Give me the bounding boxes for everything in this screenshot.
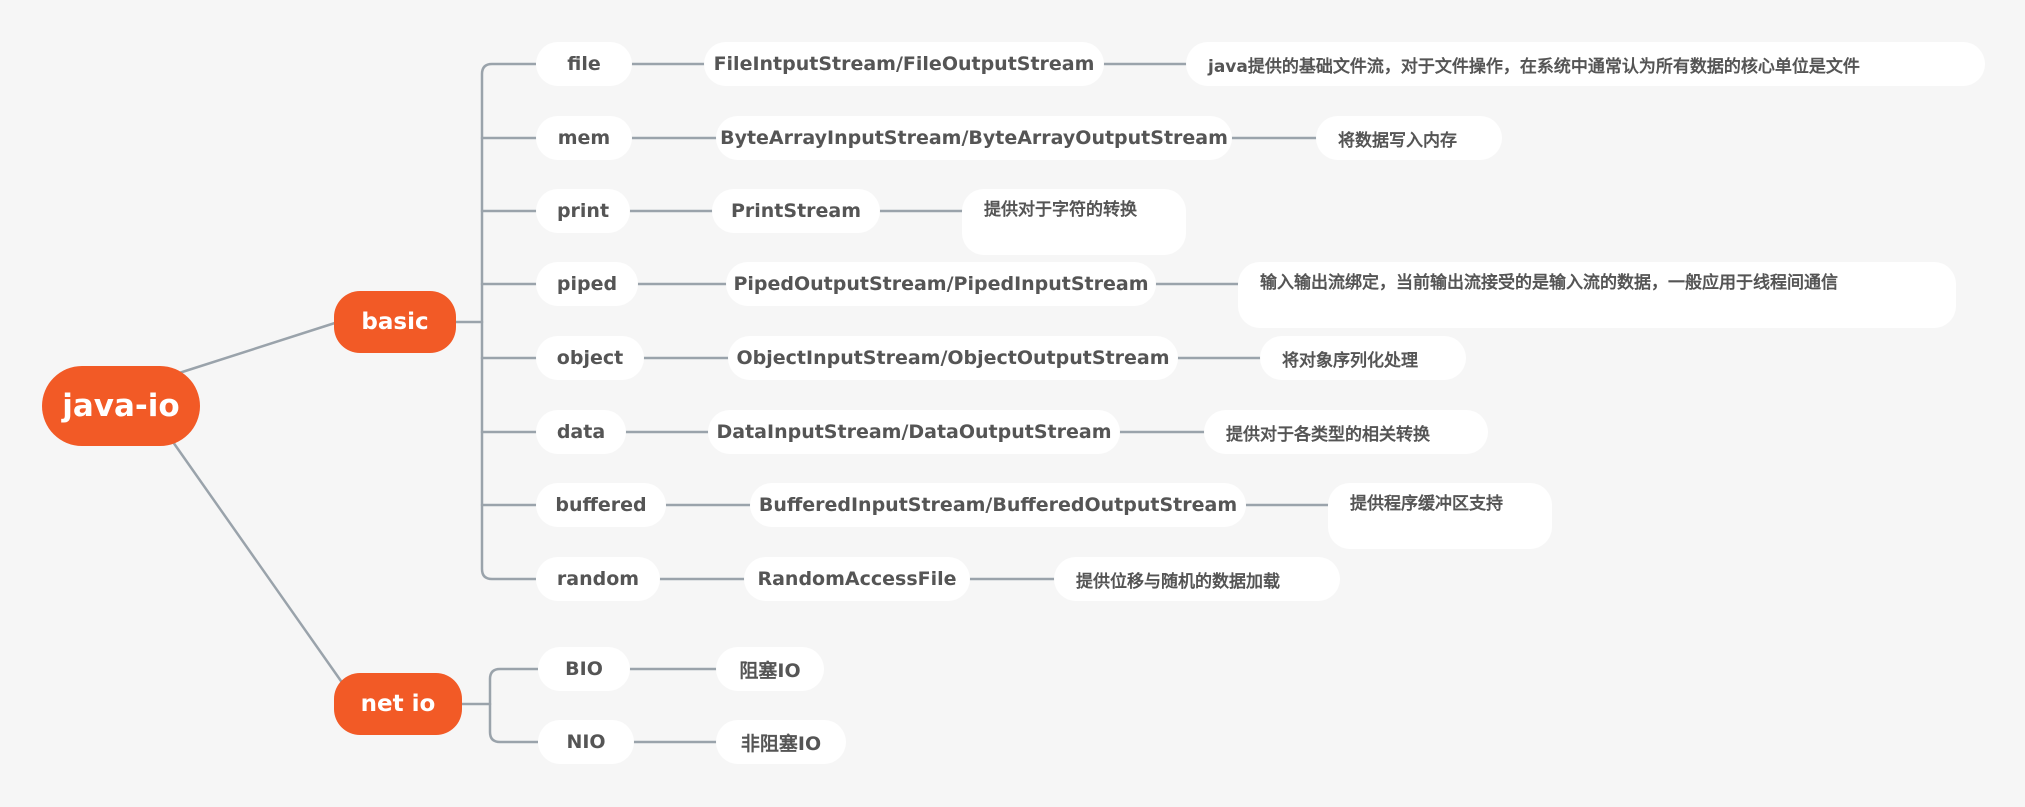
leaf-mem[interactable]: mem	[536, 116, 632, 160]
class-print[interactable]: PrintStream	[712, 189, 880, 233]
connector-trunk-random	[480, 568, 536, 581]
desc-file[interactable]: java提供的基础文件流，对于文件操作，在系统中通常认为所有数据的核心单位是文件	[1186, 42, 1985, 86]
connector-root-basic	[174, 320, 340, 376]
class-data[interactable]: DataInputStream/DataOutputStream	[708, 410, 1120, 454]
connector-net-trunk	[488, 667, 538, 744]
desc-buffered[interactable]: 提供程序缓冲区支持	[1328, 483, 1552, 549]
desc-data[interactable]: 提供对于各类型的相关转换	[1204, 410, 1488, 454]
desc-mem[interactable]: 将数据写入内存	[1316, 116, 1502, 160]
leaf-nio[interactable]: NIO	[538, 720, 634, 764]
leaf-file[interactable]: file	[536, 42, 632, 86]
root-node[interactable]: java-io	[42, 366, 200, 446]
desc-print[interactable]: 提供对于字符的转换	[962, 189, 1186, 255]
class-piped[interactable]: PipedOutputStream/PipedInputStream	[726, 262, 1156, 306]
leaf-object[interactable]: object	[536, 336, 644, 380]
desc-piped[interactable]: 输入输出流绑定，当前输出流接受的是输入流的数据，一般应用于线程间通信	[1238, 262, 1956, 328]
desc-nio[interactable]: 非阻塞IO	[716, 720, 846, 764]
desc-bio[interactable]: 阻塞IO	[716, 647, 824, 691]
desc-object[interactable]: 将对象序列化处理	[1260, 336, 1466, 380]
mind-map: java-io basic file FileIntputStream/File…	[0, 0, 2025, 807]
leaf-random[interactable]: random	[536, 557, 660, 601]
leaf-buffered[interactable]: buffered	[536, 483, 666, 527]
branch-basic[interactable]: basic	[334, 291, 456, 353]
leaf-print[interactable]: print	[536, 189, 630, 233]
class-buffered[interactable]: BufferedInputStream/BufferedOutputStream	[750, 483, 1246, 527]
connector-root-net-io	[171, 440, 350, 693]
class-mem[interactable]: ByteArrayInputStream/ByteArrayOutputStre…	[716, 116, 1232, 160]
class-file[interactable]: FileIntputStream/FileOutputStream	[704, 42, 1104, 86]
leaf-bio[interactable]: BIO	[538, 647, 630, 691]
class-object[interactable]: ObjectInputStream/ObjectOutputStream	[728, 336, 1178, 380]
branch-net-io[interactable]: net io	[334, 673, 462, 735]
class-random[interactable]: RandomAccessFile	[744, 557, 970, 601]
connector-trunk-file	[480, 62, 536, 75]
desc-random[interactable]: 提供位移与随机的数据加载	[1054, 557, 1340, 601]
leaf-data[interactable]: data	[536, 410, 626, 454]
leaf-piped[interactable]: piped	[536, 262, 638, 306]
